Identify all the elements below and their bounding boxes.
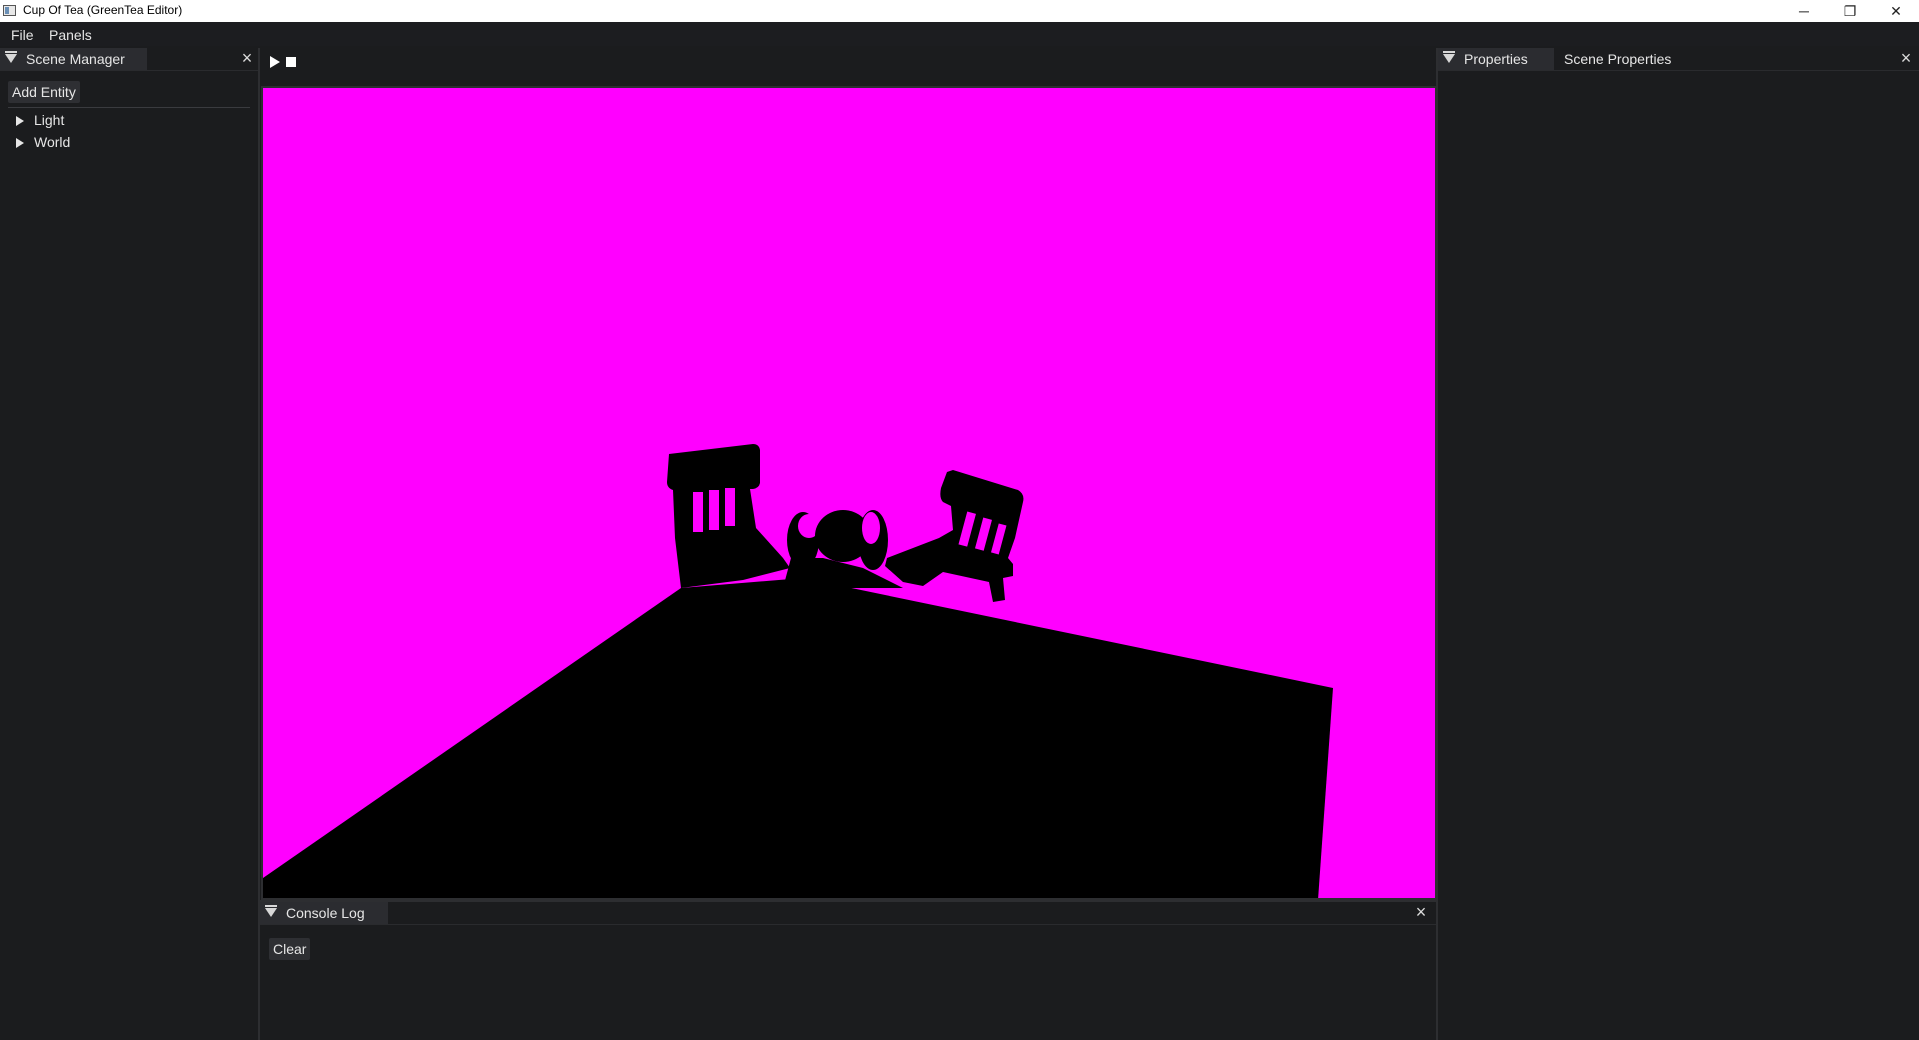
window-title: Cup Of Tea (GreenTea Editor) bbox=[23, 3, 183, 17]
properties-tabbar: Properties Scene Properties × bbox=[1438, 48, 1919, 71]
minimize-button[interactable]: ─ bbox=[1781, 0, 1827, 22]
tab-label: Scene Properties bbox=[1564, 51, 1672, 67]
bear-silhouette bbox=[783, 510, 903, 588]
clear-button[interactable]: Clear bbox=[269, 938, 311, 960]
app-icon bbox=[3, 5, 16, 16]
scene-manager-tabbar: Scene Manager × bbox=[0, 48, 258, 71]
scene-render bbox=[263, 444, 1333, 900]
properties-panel: Properties Scene Properties × bbox=[1436, 48, 1919, 1040]
tab-properties[interactable]: Properties bbox=[1438, 48, 1554, 70]
collapse-arrow-icon[interactable] bbox=[1443, 51, 1455, 63]
viewport-toolbar bbox=[260, 48, 1436, 88]
tab-scene-properties[interactable]: Scene Properties bbox=[1554, 48, 1671, 70]
divider bbox=[8, 107, 250, 108]
stop-icon[interactable] bbox=[286, 57, 296, 67]
close-icon[interactable]: × bbox=[238, 49, 256, 67]
scene-viewport[interactable] bbox=[263, 88, 1437, 900]
expand-arrow-icon[interactable] bbox=[16, 116, 24, 127]
restore-button[interactable]: ❐ bbox=[1827, 0, 1873, 22]
tab-label: Scene Manager bbox=[26, 51, 125, 67]
console-tabbar: Console Log × bbox=[260, 902, 1436, 925]
add-entity-button[interactable]: Add Entity bbox=[8, 81, 80, 103]
tab-console-log[interactable]: Console Log bbox=[260, 902, 388, 924]
close-icon[interactable]: × bbox=[1412, 903, 1430, 921]
tab-scene-manager[interactable]: Scene Manager bbox=[0, 48, 147, 70]
close-icon[interactable]: × bbox=[1897, 49, 1915, 67]
tree-item-label: World bbox=[34, 134, 71, 150]
console-log-panel: Console Log × Clear bbox=[260, 900, 1436, 1040]
menu-panels[interactable]: Panels bbox=[49, 27, 92, 43]
collapse-arrow-icon[interactable] bbox=[265, 905, 277, 917]
menu-bar: File Panels bbox=[0, 22, 1919, 46]
window-titlebar: Cup Of Tea (GreenTea Editor) ─ ❐ ✕ bbox=[0, 0, 1919, 22]
tab-label: Properties bbox=[1464, 51, 1528, 67]
menu-file[interactable]: File bbox=[11, 27, 34, 43]
tree-item-world[interactable]: World bbox=[16, 134, 70, 150]
expand-arrow-icon[interactable] bbox=[16, 138, 24, 149]
tree-item-light[interactable]: Light bbox=[16, 112, 64, 128]
table-silhouette bbox=[263, 578, 1333, 900]
chair-silhouette-left bbox=[667, 444, 790, 588]
collapse-arrow-icon[interactable] bbox=[5, 51, 17, 63]
close-window-button[interactable]: ✕ bbox=[1873, 0, 1919, 22]
tab-label: Console Log bbox=[286, 905, 365, 921]
play-icon[interactable] bbox=[270, 56, 280, 68]
tree-item-label: Light bbox=[34, 112, 65, 128]
chair-silhouette-right bbox=[885, 470, 1024, 602]
scene-manager-panel: Scene Manager × Add Entity Light World bbox=[0, 48, 260, 1040]
